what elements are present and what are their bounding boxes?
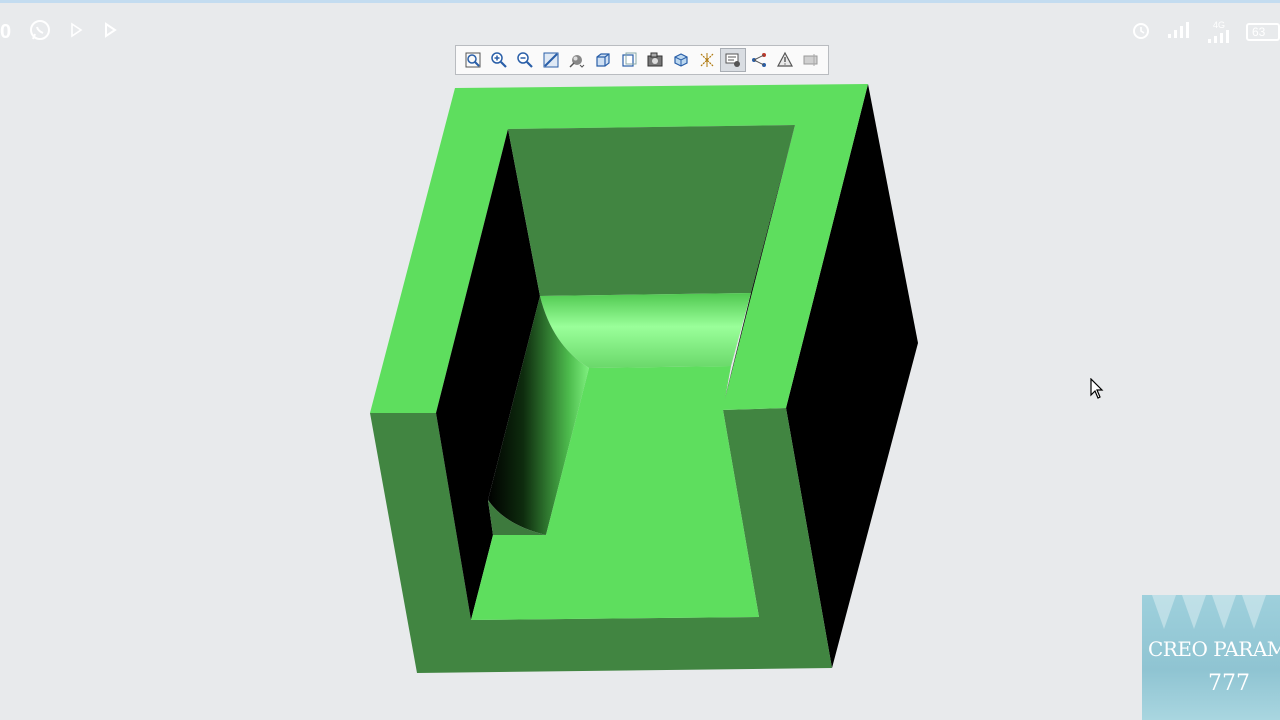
repaint-button[interactable]	[538, 48, 564, 72]
zoom-in-icon	[491, 52, 507, 68]
graphics-viewport[interactable]	[0, 80, 1280, 720]
appearance-icon	[776, 51, 794, 67]
graphics-toolbar	[455, 45, 829, 75]
refit-button[interactable]	[460, 48, 486, 72]
perspective-button[interactable]	[564, 48, 590, 72]
refit-icon	[465, 52, 481, 68]
zoom-in-button[interactable]	[486, 48, 512, 72]
watermark-decoration	[1212, 595, 1236, 629]
annotation-display-button[interactable]	[720, 48, 746, 72]
play-store-icon	[100, 20, 120, 45]
datum-display-button[interactable]	[694, 48, 720, 72]
perspective-icon	[569, 55, 585, 68]
spin-center-icon	[752, 53, 766, 67]
network-label: 4G	[1212, 19, 1225, 30]
section-button[interactable]	[668, 48, 694, 72]
alarm-icon	[1130, 19, 1152, 46]
zoom-out-button[interactable]	[512, 48, 538, 72]
play-icon	[66, 20, 86, 45]
annotation-display-icon	[725, 53, 740, 67]
part-model	[370, 84, 918, 673]
zoom-out-icon	[517, 52, 533, 68]
watermark-number: 777	[1208, 671, 1250, 696]
watermark-title: CREO PARAMET	[1148, 637, 1280, 661]
network-4g-icon: 4G	[1206, 19, 1232, 44]
saved-orientations-icon	[622, 52, 637, 67]
whatsapp-icon	[28, 18, 52, 47]
watermark-decoration	[1242, 595, 1266, 629]
channel-watermark: CREO PARAMET 777	[1142, 595, 1280, 720]
more-button[interactable]	[798, 48, 824, 72]
datum-display-icon	[700, 53, 714, 67]
appearance-button[interactable]	[772, 48, 798, 72]
status-bar-left: 0	[0, 18, 120, 46]
spin-center-button[interactable]	[746, 48, 772, 72]
repaint-icon	[543, 52, 559, 68]
more-icon	[803, 54, 818, 66]
display-style-icon	[596, 53, 610, 67]
display-style-button[interactable]	[590, 48, 616, 72]
watermark-decoration	[1152, 595, 1176, 629]
inner-back-wall	[508, 125, 795, 296]
section-icon	[674, 53, 688, 67]
notification-count: 0	[0, 20, 12, 43]
signal-icon	[1166, 20, 1192, 45]
view-manager-icon	[647, 52, 663, 67]
view-manager-button[interactable]	[642, 48, 668, 72]
watermark-decoration	[1182, 595, 1206, 629]
status-bar-right: 4G 63	[1130, 18, 1280, 46]
battery-indicator: 63	[1246, 23, 1280, 41]
window-top-edge	[0, 0, 1280, 3]
mouse-cursor-icon	[1090, 377, 1104, 405]
saved-orientations-button[interactable]	[616, 48, 642, 72]
